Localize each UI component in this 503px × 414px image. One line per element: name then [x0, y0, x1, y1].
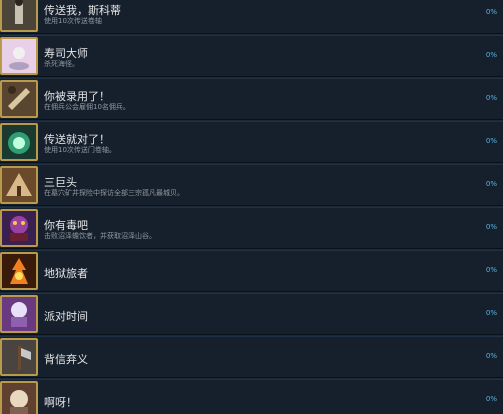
achievement-title: 啊呀！ — [44, 396, 77, 409]
achievement-list: 传送我，斯科蒂 使用10次传送卷轴 0% 寿司大师 杀死海怪。 0% 你被录用了！ 在佣兵公会… — [0, 0, 503, 414]
achievement-row[interactable]: 寿司大师 杀死海怪。 0% — [0, 35, 503, 77]
unlock-percentage: 0% — [485, 352, 497, 360]
achievement-row[interactable]: 背信弃义 0% — [0, 336, 503, 378]
achievement-description: 杀死海怪。 — [44, 60, 79, 68]
oops-icon — [0, 381, 38, 414]
achievement-description: 在墓穴矿井探险中探访全部三宗孤凡最城贝。 — [44, 189, 184, 197]
unlock-percentage: 0% — [485, 223, 497, 231]
achievement-row[interactable]: 传送就对了！ 使用10次传送门卷轴。 0% — [0, 121, 503, 163]
unlock-percentage: 0% — [485, 51, 497, 59]
unlock-percentage: 0% — [485, 309, 497, 317]
sushi-master-icon — [0, 37, 38, 75]
achievement-row[interactable]: 你有毒吧 击败沼泽蟾饮者，并获取沼泽山谷。 0% — [0, 207, 503, 249]
unlock-percentage: 0% — [485, 266, 497, 274]
achievement-row[interactable]: 啊呀！ 0% — [0, 379, 503, 414]
achievement-row[interactable]: 派对时间 0% — [0, 293, 503, 335]
achievement-description: 使用10次传送门卷轴。 — [44, 146, 116, 154]
achievement-row[interactable]: 你被录用了！ 在佣兵公会雇佣10名佣兵。 0% — [0, 78, 503, 120]
betrayal-axe-icon — [0, 338, 38, 376]
portal-icon — [0, 123, 38, 161]
tent-icon — [0, 166, 38, 204]
achievement-row[interactable]: 地狱旅者 0% — [0, 250, 503, 292]
party-icon — [0, 295, 38, 333]
unlock-percentage: 0% — [485, 137, 497, 145]
achievement-title: 地狱旅者 — [44, 267, 88, 280]
unlock-percentage: 0% — [485, 180, 497, 188]
achievement-title: 背信弃义 — [44, 353, 88, 366]
achievement-title: 派对时间 — [44, 310, 88, 323]
teleport-figure-icon — [0, 0, 38, 32]
achievement-description: 使用10次传送卷轴 — [44, 17, 102, 25]
hired-scroll-icon — [0, 80, 38, 118]
hell-fire-icon — [0, 252, 38, 290]
unlock-percentage: 0% — [485, 94, 497, 102]
unlock-percentage: 0% — [485, 8, 497, 16]
achievement-row[interactable]: 三巨头 在墓穴矿井探险中探访全部三宗孤凡最城贝。 0% — [0, 164, 503, 206]
achievement-description: 击败沼泽蟾饮者，并获取沼泽山谷。 — [44, 232, 156, 240]
achievement-row[interactable]: 传送我，斯科蒂 使用10次传送卷轴 0% — [0, 0, 503, 34]
achievement-description: 在佣兵公会雇佣10名佣兵。 — [44, 103, 130, 111]
unlock-percentage: 0% — [485, 395, 497, 403]
poison-creature-icon — [0, 209, 38, 247]
